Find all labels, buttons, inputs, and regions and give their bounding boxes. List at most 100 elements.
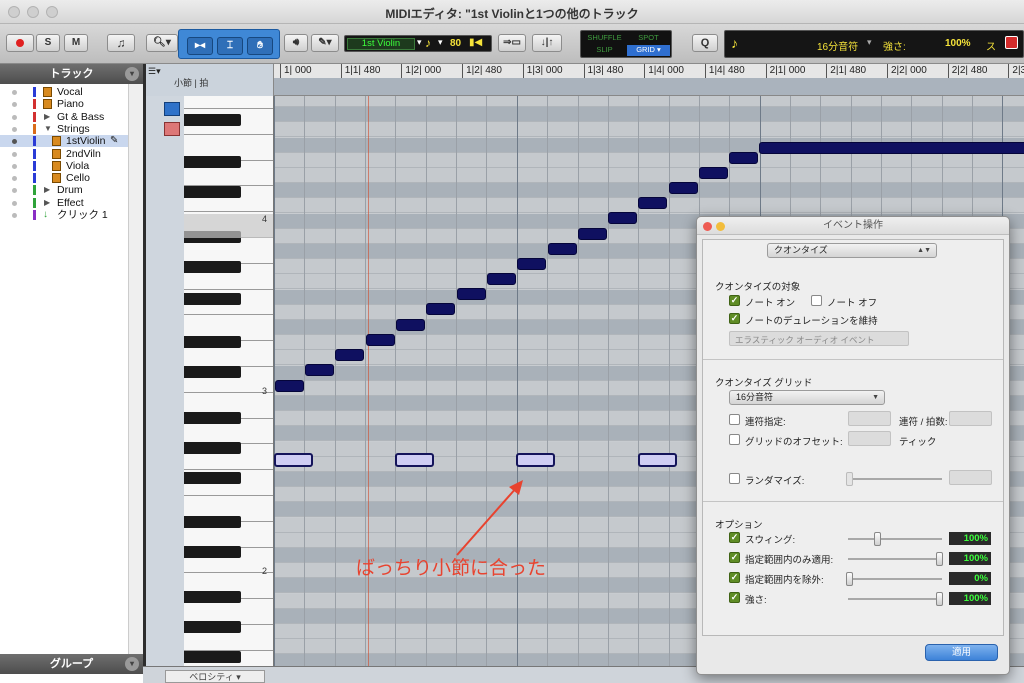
include-within-value[interactable]: 100% xyxy=(949,552,991,565)
track-item[interactable]: ↓ クリック 1 xyxy=(0,209,128,221)
black-key[interactable] xyxy=(184,546,241,558)
black-key[interactable] xyxy=(184,442,241,454)
track-visibility-dot[interactable] xyxy=(12,188,17,194)
disclosure-collapsed-icon[interactable]: ▶ xyxy=(44,111,50,123)
grabber-tool[interactable]: ✋︎ xyxy=(247,37,273,55)
notes-view-button[interactable] xyxy=(164,102,180,116)
record-mode-icon[interactable] xyxy=(1005,36,1018,49)
black-key[interactable] xyxy=(184,651,241,663)
grid-mode-button[interactable]: GRID ▾ xyxy=(627,45,670,56)
black-key[interactable] xyxy=(184,516,241,528)
solo-button[interactable]: S xyxy=(36,34,60,52)
scrubber-tool[interactable]: 🔊︎ xyxy=(284,34,308,52)
black-key[interactable] xyxy=(184,336,241,348)
midi-note[interactable] xyxy=(396,319,425,331)
exclude-within-checkbox[interactable]: ✓ xyxy=(729,572,740,583)
operation-mode-select[interactable]: クオンタイズ ▲▼ xyxy=(767,243,937,258)
velocity-lane-selector[interactable]: ベロシティ ▾ xyxy=(165,670,265,683)
black-key[interactable] xyxy=(184,293,241,305)
black-key[interactable] xyxy=(184,366,241,378)
ruler-menu-icon[interactable]: ☰▾ xyxy=(148,66,161,77)
slider-thumb[interactable] xyxy=(874,532,881,546)
track-item[interactable]: Cello xyxy=(0,172,128,184)
slider-thumb[interactable] xyxy=(846,572,853,586)
swing-slider[interactable] xyxy=(848,532,942,546)
midi-note[interactable] xyxy=(305,364,334,376)
midi-note[interactable] xyxy=(335,349,364,361)
velocity-value[interactable]: 80 xyxy=(450,38,461,49)
note-off-checkbox[interactable] xyxy=(811,295,822,306)
strength-checkbox[interactable]: ✓ xyxy=(729,592,740,603)
midi-note[interactable] xyxy=(759,142,1024,154)
selected-midi-note[interactable] xyxy=(395,453,434,467)
zoom-tool[interactable]: 🔍︎▾ xyxy=(146,34,178,52)
randomize-slider[interactable] xyxy=(846,472,942,486)
midi-note[interactable] xyxy=(578,228,607,240)
track-visibility-dot[interactable] xyxy=(12,213,17,218)
grid-value-select[interactable]: 16分音符 ▼ xyxy=(729,390,885,405)
midi-note[interactable] xyxy=(548,243,577,255)
midi-note[interactable] xyxy=(457,288,486,300)
randomize-field[interactable] xyxy=(949,470,992,485)
midi-note[interactable] xyxy=(699,167,728,179)
exclude-within-slider[interactable] xyxy=(846,572,942,586)
track-item[interactable]: Piano xyxy=(0,98,128,110)
disclosure-expanded-icon[interactable]: ▼ xyxy=(44,123,52,135)
include-within-checkbox[interactable]: ✓ xyxy=(729,552,740,563)
slider-thumb[interactable] xyxy=(936,592,943,606)
note-on-checkbox[interactable]: ✓ xyxy=(729,295,740,306)
midi-note[interactable] xyxy=(275,380,304,392)
grid-offset-field[interactable] xyxy=(848,431,891,446)
track-item[interactable]: 2ndViln xyxy=(0,148,128,160)
record-enable-button[interactable] xyxy=(6,34,34,52)
tab-to-transient-button[interactable]: ↓|↑ xyxy=(532,34,562,52)
track-item[interactable]: ▶ Gt & Bass xyxy=(0,111,128,123)
dialog-close-button[interactable] xyxy=(703,222,712,231)
midi-note[interactable] xyxy=(426,303,455,315)
selected-midi-note[interactable] xyxy=(638,453,677,467)
keep-duration-checkbox[interactable]: ✓ xyxy=(729,313,740,324)
black-key[interactable] xyxy=(184,591,241,603)
black-key[interactable] xyxy=(184,472,241,484)
track-item[interactable]: Viola xyxy=(0,160,128,172)
selector-tool[interactable]: ⌶ xyxy=(217,37,243,55)
tuplet-field[interactable] xyxy=(848,411,891,426)
black-key[interactable] xyxy=(184,261,241,273)
track-visibility-dot[interactable] xyxy=(12,139,17,145)
track-visibility-dot[interactable] xyxy=(12,176,17,182)
grid-note-value[interactable]: 16分音符 xyxy=(817,38,858,53)
selected-midi-note[interactable] xyxy=(274,453,313,467)
disclosure-collapsed-icon[interactable]: ▶ xyxy=(44,197,50,209)
midi-note[interactable] xyxy=(638,197,667,209)
exclude-within-value[interactable]: 0% xyxy=(949,572,991,585)
midi-note[interactable] xyxy=(366,334,395,346)
black-key[interactable] xyxy=(184,156,241,168)
dialog-minimize-button[interactable] xyxy=(716,222,725,231)
black-key[interactable] xyxy=(184,186,241,198)
slider-thumb[interactable] xyxy=(846,472,853,486)
track-visibility-dot[interactable] xyxy=(12,126,17,132)
midi-note[interactable] xyxy=(517,258,546,270)
slip-mode-button[interactable]: SLIP xyxy=(583,45,626,56)
tuplet-ratio-field[interactable] xyxy=(949,411,992,426)
black-key[interactable] xyxy=(184,114,241,126)
track-visibility-dot[interactable] xyxy=(12,114,17,120)
shuffle-mode-button[interactable]: SHUFFLE xyxy=(583,33,626,44)
track-visibility-dot[interactable] xyxy=(12,151,17,157)
panel-menu-icon[interactable]: ▾ xyxy=(125,657,139,671)
mute-notes-button[interactable] xyxy=(164,122,180,136)
apply-button[interactable]: 適用 xyxy=(925,644,998,661)
track-list-scrollbar[interactable] xyxy=(128,84,143,654)
quantize-button[interactable]: Q xyxy=(692,34,718,52)
panel-menu-icon[interactable]: ▾ xyxy=(125,67,139,81)
track-visibility-dot[interactable] xyxy=(12,90,17,95)
track-item[interactable]: 1stViolin ✎ xyxy=(0,135,128,148)
selected-midi-note[interactable] xyxy=(516,453,555,467)
grid-offset-checkbox[interactable] xyxy=(729,434,740,445)
track-visibility-dot[interactable] xyxy=(12,200,17,206)
piano-keyboard[interactable]: 4 3 2 xyxy=(184,96,274,666)
trim-tool[interactable]: ▸◂ xyxy=(187,37,213,55)
spot-mode-button[interactable]: SPOT xyxy=(627,33,670,44)
randomize-checkbox[interactable] xyxy=(729,473,740,484)
track-item[interactable]: Vocal xyxy=(0,86,128,98)
